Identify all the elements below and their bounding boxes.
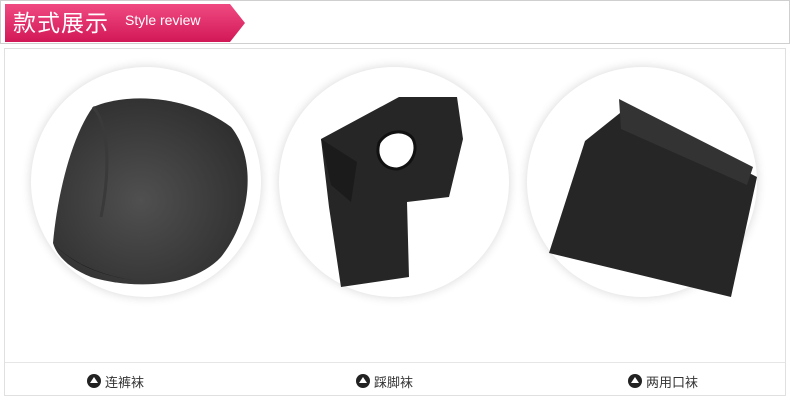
- caption-label: 连裤袜: [105, 375, 145, 391]
- caption-label: 两用口袜: [646, 375, 699, 391]
- style-gallery: 连裤袜 踩脚袜 两用口袜: [4, 48, 786, 396]
- product-photo-dual-use: [527, 67, 757, 297]
- section-title: 款式展示: [13, 11, 109, 37]
- section-subtitle: Style review: [125, 12, 201, 28]
- triangle-up-circle-icon: [628, 374, 642, 388]
- caption-stirrup: 踩脚袜: [356, 371, 413, 391]
- product-photo-pantyhose: [31, 67, 261, 297]
- section-header: 款式展示 Style review: [0, 0, 790, 44]
- caption-pantyhose: 连裤袜: [87, 371, 144, 391]
- section-tag: 款式展示 Style review: [5, 4, 245, 42]
- caption-dual-use: 两用口袜: [628, 371, 698, 391]
- triangle-up-circle-icon: [356, 374, 370, 388]
- caption-label: 踩脚袜: [374, 375, 414, 391]
- triangle-up-circle-icon: [87, 374, 101, 388]
- caption-divider: [5, 362, 785, 363]
- product-photo-stirrup: [279, 67, 509, 297]
